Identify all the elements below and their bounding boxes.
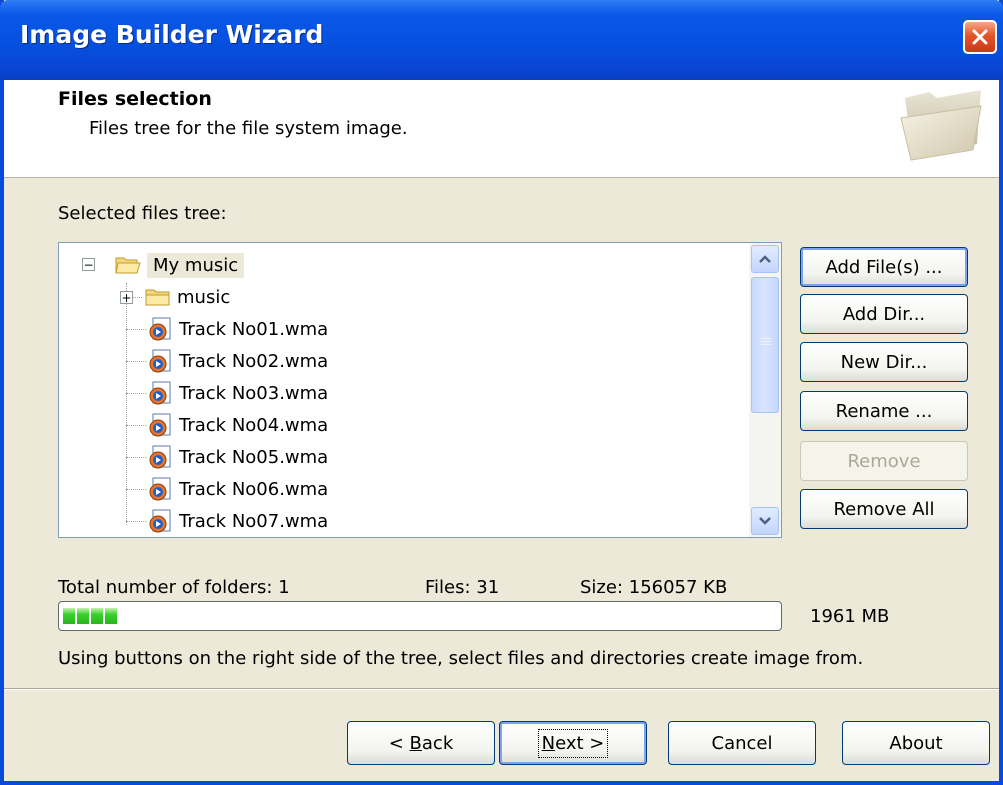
progress-segment (77, 608, 89, 624)
scroll-down-button[interactable] (751, 507, 779, 535)
capacity-progress-bar (58, 601, 782, 631)
wizard-window: Image Builder Wizard Files selection Fil… (0, 0, 1003, 785)
expand-toggle[interactable]: + (120, 291, 133, 304)
tree-item-label: Track No04.wma (179, 414, 329, 436)
tree-connector (126, 425, 146, 426)
divider (4, 689, 999, 690)
next-label: Next > (537, 728, 609, 758)
close-button[interactable] (963, 20, 997, 54)
tree-connector (126, 393, 146, 394)
media-file-icon (149, 381, 171, 405)
tree-item-label: Track No03.wma (179, 382, 329, 404)
about-button[interactable]: About (842, 721, 990, 765)
title-bar[interactable]: Image Builder Wizard (0, 0, 1003, 80)
chevron-up-icon (759, 255, 771, 263)
tree-connector (126, 361, 146, 362)
folder-icon (900, 90, 982, 161)
cancel-button[interactable]: Cancel (668, 721, 816, 765)
media-file-icon (149, 349, 171, 373)
tree-connector (126, 457, 146, 458)
media-file-icon (149, 477, 171, 501)
media-file-icon (149, 413, 171, 437)
rename-button[interactable]: Rename ... (800, 391, 968, 431)
window-title: Image Builder Wizard (20, 20, 324, 49)
thumb-grip (761, 338, 771, 339)
tree-item[interactable]: Track No07.wma (147, 505, 328, 537)
media-file-icon (149, 445, 171, 469)
media-file-icon (149, 509, 171, 533)
next-button[interactable]: Next > (499, 721, 647, 765)
page-title: Files selection (58, 88, 212, 110)
tree-item[interactable]: Track No05.wma (147, 441, 328, 473)
progress-segment (63, 608, 75, 624)
folder-open-icon (115, 257, 141, 274)
back-prefix: < (388, 732, 410, 754)
tree-item-label: Track No07.wma (179, 510, 329, 532)
back-label: < Back (389, 733, 454, 754)
back-button[interactable]: < Back (347, 721, 495, 765)
next-rest: ext > (555, 732, 605, 754)
vertical-scrollbar[interactable] (749, 243, 781, 537)
capacity-label: 1961 MB (810, 606, 890, 627)
thumb-grip (761, 344, 771, 345)
tree-label: Selected files tree: (58, 203, 227, 224)
total-size: Size: 156057 KB (580, 577, 728, 598)
new-dir-button[interactable]: New Dir... (800, 342, 968, 382)
back-rest: ack (421, 732, 454, 754)
tree-connector (126, 489, 146, 490)
page-subtitle: Files tree for the file system image. (89, 118, 408, 139)
files-tree[interactable]: − My music + music Track No01.wma Track N… (58, 242, 782, 538)
back-accelerator: B (409, 732, 422, 754)
tree-item-label: Track No01.wma (179, 318, 329, 340)
tree-item-label: Track No02.wma (179, 350, 329, 372)
scroll-thumb[interactable] (751, 277, 779, 413)
tree-connector (126, 329, 146, 330)
scroll-up-button[interactable] (751, 245, 779, 273)
folder-icon (145, 289, 170, 306)
chevron-down-icon (759, 517, 771, 525)
tree-item-label: Track No06.wma (179, 478, 329, 500)
tree-content: − My music + music Track No01.wma Track N… (59, 243, 749, 537)
tree-item[interactable]: Track No01.wma (147, 313, 328, 345)
remove-button[interactable]: Remove (800, 441, 968, 481)
add-dir-button[interactable]: Add Dir... (800, 294, 968, 334)
close-icon (972, 29, 988, 45)
progress-fill (63, 608, 117, 624)
instructions-text: Using buttons on the right side of the t… (58, 648, 864, 669)
thumb-grip (761, 341, 771, 342)
tree-root[interactable]: My music (115, 249, 245, 281)
folders-count: Total number of folders: 1 (58, 577, 290, 598)
add-files-button[interactable]: Add File(s) ... (800, 247, 968, 287)
wizard-header: Files selection Files tree for the file … (4, 80, 999, 178)
tree-item[interactable]: Track No03.wma (147, 377, 328, 409)
tree-item[interactable]: Track No06.wma (147, 473, 328, 505)
next-accelerator: N (541, 732, 556, 754)
tree-item[interactable]: music (145, 281, 230, 313)
tree-item-label: Track No05.wma (179, 446, 329, 468)
media-file-icon (149, 317, 171, 341)
files-count: Files: 31 (425, 577, 500, 598)
remove-all-button[interactable]: Remove All (800, 489, 968, 529)
progress-segment (91, 608, 103, 624)
progress-segment (105, 608, 117, 624)
tree-item[interactable]: Track No04.wma (147, 409, 328, 441)
collapse-toggle[interactable]: − (82, 258, 95, 271)
tree-connector (126, 521, 146, 522)
tree-item-label: music (177, 286, 231, 308)
tree-item[interactable]: Track No02.wma (147, 345, 328, 377)
tree-root-label: My music (147, 252, 245, 278)
